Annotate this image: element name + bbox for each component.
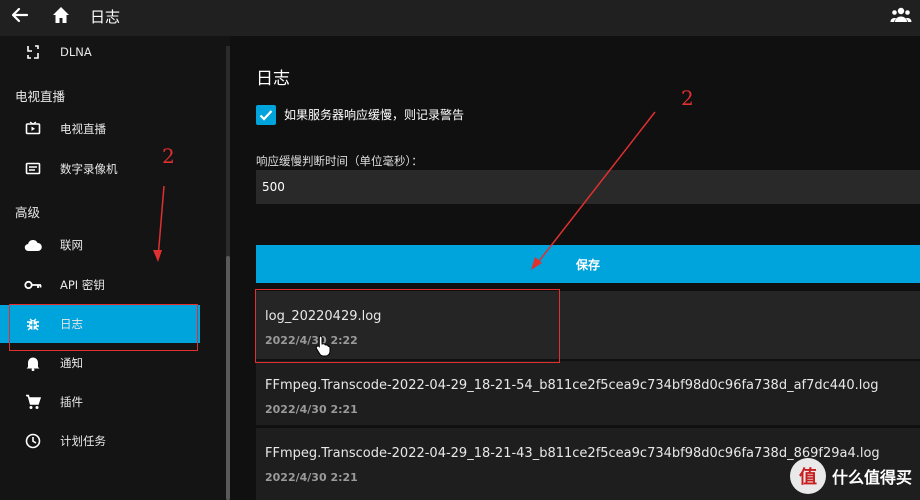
threshold-label: 响应缓慢判断时间（单位毫秒）： (256, 154, 423, 168)
sidebar-scrollbar[interactable] (226, 46, 230, 500)
sidebar-item-networking[interactable]: 联网 (0, 226, 200, 264)
sidebar-item-label: 联网 (60, 238, 83, 252)
log-date: 2022/4/30 2:21 (265, 471, 358, 484)
sidebar-item-label: 计划任务 (60, 434, 106, 448)
log-date: 2022/4/30 2:21 (265, 403, 358, 416)
app-header: 日志 (0, 0, 920, 36)
log-name: FFmpeg.Transcode-2022-04-29_18-21-54_b81… (265, 378, 879, 393)
back-arrow-icon[interactable] (9, 4, 31, 26)
annotation-number-right: 2 (681, 86, 694, 110)
slow-response-warning-label: 如果服务器响应缓慢，则记录警告 (284, 108, 465, 122)
sidebar-section-tv: 电视直播 (15, 89, 66, 104)
sidebar-item-label: 数字录像机 (60, 162, 118, 176)
dlna-icon (24, 43, 42, 61)
header-title: 日志 (90, 8, 121, 26)
sidebar-item-scheduled-tasks[interactable]: 计划任务 (0, 422, 200, 460)
watermark: 值 什么值得买 (789, 458, 912, 494)
users-icon[interactable] (890, 6, 912, 24)
log-name: FFmpeg.Transcode-2022-04-29_18-21-43_b81… (265, 446, 880, 461)
bell-icon (24, 354, 42, 372)
sidebar-section-advanced: 高级 (15, 205, 41, 220)
slow-response-warning-checkbox[interactable] (256, 105, 276, 125)
clock-icon (24, 432, 42, 450)
sidebar-item-dlna[interactable]: DLNA (0, 33, 200, 71)
sidebar-scrollbar-thumb[interactable] (226, 256, 230, 500)
sidebar-item-label: API 密钥 (60, 278, 105, 292)
watermark-text: 什么值得买 (831, 468, 912, 487)
log-list-item[interactable]: FFmpeg.Transcode-2022-04-29_18-21-54_b81… (256, 361, 920, 425)
sidebar: DLNA 电视直播 电视直播 数字录像机 高级 联网 API 密钥 日志 通知 … (0, 36, 230, 500)
home-icon[interactable] (50, 4, 72, 26)
tv-icon (24, 120, 42, 138)
sidebar-item-plugins[interactable]: 插件 (0, 383, 200, 421)
page-title: 日志 (256, 69, 290, 89)
threshold-input[interactable] (256, 170, 920, 204)
annotation-number-left: 2 (162, 144, 175, 168)
key-icon (24, 276, 42, 294)
check-icon (259, 110, 273, 121)
watermark-logo: 值 (789, 458, 826, 494)
sidebar-item-api-keys[interactable]: API 密钥 (0, 266, 200, 304)
sidebar-item-label: 通知 (60, 356, 83, 370)
cart-icon (24, 393, 42, 411)
annotation-box-sidebar (9, 304, 198, 351)
sidebar-item-label: 插件 (60, 395, 83, 409)
annotation-box-log (255, 289, 560, 363)
sidebar-item-live-tv[interactable]: 电视直播 (0, 110, 200, 148)
main-content: 日志 如果服务器响应缓慢，则记录警告 响应缓慢判断时间（单位毫秒）： 保存 lo… (240, 36, 920, 500)
save-button[interactable]: 保存 (256, 245, 920, 283)
cloud-icon (24, 236, 42, 254)
sidebar-item-label: DLNA (60, 45, 92, 59)
dvr-icon (24, 160, 42, 178)
sidebar-item-label: 电视直播 (60, 122, 106, 136)
